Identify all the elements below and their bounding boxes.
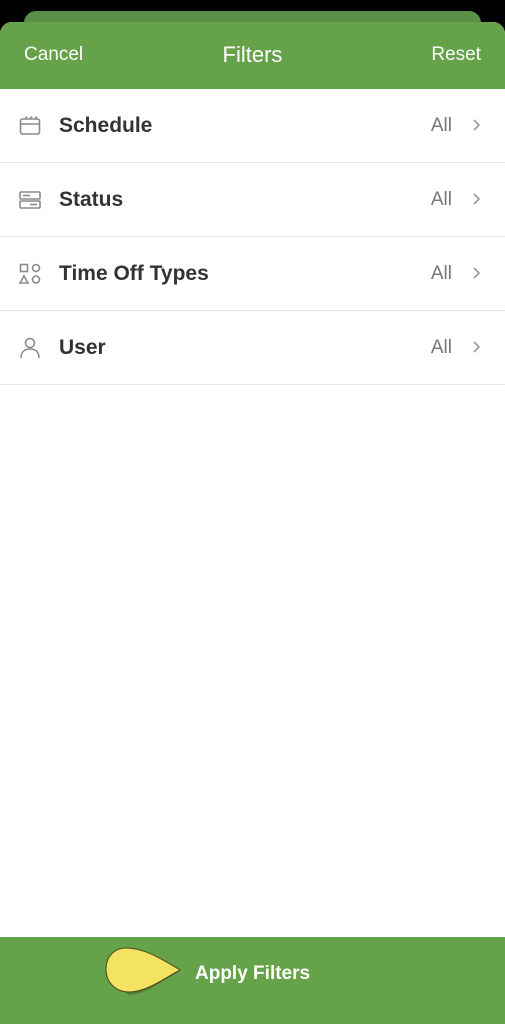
tap-pointer-icon — [105, 947, 182, 995]
filter-label: Schedule — [59, 114, 153, 137]
filter-list: Schedule All Status All Time Off Types A… — [0, 89, 505, 385]
filter-value: All — [430, 115, 452, 136]
status-icon — [19, 191, 41, 209]
filter-value: All — [430, 337, 452, 358]
filter-row-schedule[interactable]: Schedule All — [0, 89, 505, 163]
user-icon — [20, 337, 40, 359]
apply-filters-button[interactable]: Apply Filters — [0, 937, 505, 1024]
shapes-icon — [18, 263, 41, 284]
chevron-right-icon — [473, 267, 481, 279]
calendar-icon — [19, 116, 41, 135]
filter-row-user[interactable]: User All — [0, 311, 505, 385]
filter-row-status[interactable]: Status All — [0, 163, 505, 237]
filter-value: All — [430, 263, 452, 284]
chevron-right-icon — [473, 193, 481, 205]
filter-label: User — [59, 336, 106, 359]
filter-row-time-off-types[interactable]: Time Off Types All — [0, 237, 505, 311]
filters-sheet: Cancel Filters Reset Schedule All Status… — [0, 22, 505, 1024]
chevron-right-icon — [473, 341, 481, 353]
header-bar: Cancel Filters Reset — [0, 22, 505, 89]
filter-value: All — [430, 189, 452, 210]
cancel-button[interactable]: Cancel — [24, 44, 83, 66]
filter-label: Time Off Types — [59, 262, 209, 285]
chevron-right-icon — [473, 119, 481, 131]
apply-filters-label: Apply Filters — [195, 963, 311, 984]
filter-label: Status — [59, 188, 124, 211]
reset-button[interactable]: Reset — [431, 44, 481, 66]
